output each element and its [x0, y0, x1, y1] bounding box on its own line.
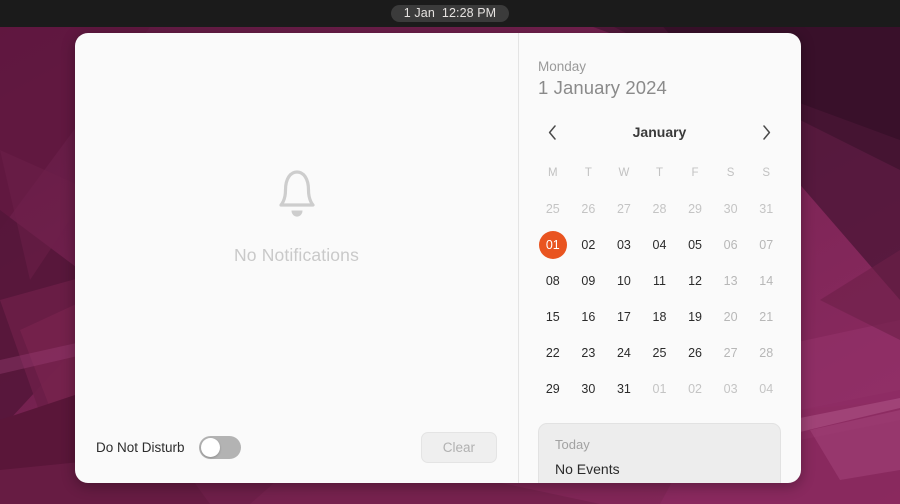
bell-icon	[270, 165, 324, 228]
clock-time: 12:28 PM	[441, 5, 497, 20]
calendar-day[interactable]: 16	[574, 303, 602, 331]
calendar-day[interactable]: 13	[717, 267, 745, 295]
calendar-day[interactable]: 07	[752, 231, 780, 259]
calendar-day[interactable]: 08	[539, 267, 567, 295]
calendar-day[interactable]: 04	[752, 375, 780, 403]
calendar-day[interactable]: 11	[645, 267, 673, 295]
calendar-day[interactable]: 30	[574, 375, 602, 403]
events-card: Today No Events	[538, 423, 781, 483]
do-not-disturb-row: Do Not Disturb	[96, 435, 241, 459]
events-title: Today	[555, 437, 590, 452]
notifications-empty-state: No Notifications	[75, 33, 518, 415]
calendar-day[interactable]: 23	[574, 339, 602, 367]
events-body: No Events	[555, 461, 620, 477]
chevron-right-icon[interactable]	[756, 121, 778, 143]
calendar-day[interactable]: 29	[681, 195, 709, 223]
notification-calendar-popover: No Notifications Do Not Disturb Clear Mo…	[75, 33, 801, 483]
calendar-day[interactable]: 14	[752, 267, 780, 295]
calendar-day[interactable]: 02	[681, 375, 709, 403]
calendar-day[interactable]: 22	[539, 339, 567, 367]
calendar-pane: Monday 1 January 2024 January M T W T F S S 25 2…	[519, 33, 800, 483]
calendar-full-date: 1 January 2024	[538, 77, 667, 98]
calendar-day[interactable]: 05	[681, 231, 709, 259]
calendar-weekday-header: F	[691, 167, 699, 179]
calendar-day[interactable]: 20	[717, 303, 745, 331]
calendar-weekday-label: Monday	[538, 59, 587, 74]
calendar-weekday-header: T	[655, 167, 663, 179]
calendar-day[interactable]: 27	[610, 195, 638, 223]
calendar-day[interactable]: 04	[645, 231, 673, 259]
calendar-day[interactable]: 31	[610, 375, 638, 403]
calendar-day[interactable]: 06	[717, 231, 745, 259]
calendar-weekday-header: S	[762, 167, 771, 179]
calendar-day[interactable]: 27	[717, 339, 745, 367]
clear-button[interactable]: Clear	[420, 431, 497, 463]
calendar-day[interactable]: 25	[645, 339, 673, 367]
calendar-day-selected[interactable]: 01	[538, 231, 567, 259]
calendar-day[interactable]: 21	[752, 303, 780, 331]
calendar-day[interactable]: 30	[717, 195, 745, 223]
calendar-day[interactable]: 18	[645, 303, 673, 331]
calendar-day[interactable]: 29	[539, 375, 567, 403]
do-not-disturb-toggle[interactable]	[198, 435, 241, 459]
calendar-navigation: January	[535, 121, 784, 143]
notifications-footer: Do Not Disturb Clear	[75, 415, 518, 483]
calendar-day[interactable]: 25	[539, 195, 567, 223]
calendar-month-label: January	[632, 124, 687, 140]
calendar-grid: M T W T F S S 25 26 27 28 29 30 31 01 02 03 04 05 06 07 08 09 1…	[535, 155, 784, 407]
calendar-day[interactable]: 26	[574, 195, 602, 223]
calendar-weekday-header: S	[726, 167, 735, 179]
toggle-knob	[200, 437, 220, 457]
calendar-day[interactable]: 09	[574, 267, 602, 295]
calendar-day[interactable]: 28	[645, 195, 673, 223]
calendar-day[interactable]: 26	[681, 339, 709, 367]
top-bar: 1 Jan 12:28 PM	[0, 0, 900, 27]
calendar-day[interactable]: 12	[681, 267, 709, 295]
calendar-day[interactable]: 28	[752, 339, 780, 367]
calendar-day[interactable]: 03	[610, 231, 638, 259]
calendar-day[interactable]: 31	[752, 195, 780, 223]
calendar-day[interactable]: 02	[574, 231, 602, 259]
calendar-weekday-header: T	[584, 167, 592, 179]
notifications-pane: No Notifications Do Not Disturb Clear	[75, 33, 519, 483]
calendar-day[interactable]: 10	[610, 267, 638, 295]
do-not-disturb-label: Do Not Disturb	[96, 439, 185, 455]
calendar-day[interactable]: 01	[645, 375, 673, 403]
chevron-left-icon[interactable]	[541, 121, 563, 143]
no-notifications-label: No Notifications	[234, 244, 359, 265]
clock-button[interactable]: 1 Jan 12:28 PM	[390, 4, 510, 23]
calendar-day[interactable]: 19	[681, 303, 709, 331]
calendar-day[interactable]: 15	[539, 303, 567, 331]
calendar-day[interactable]: 17	[610, 303, 638, 331]
calendar-day[interactable]: 24	[610, 339, 638, 367]
calendar-day[interactable]: 03	[717, 375, 745, 403]
calendar-weekday-header: M	[547, 167, 558, 179]
calendar-weekday-header: W	[618, 167, 630, 179]
clock-date: 1 Jan	[403, 5, 435, 20]
